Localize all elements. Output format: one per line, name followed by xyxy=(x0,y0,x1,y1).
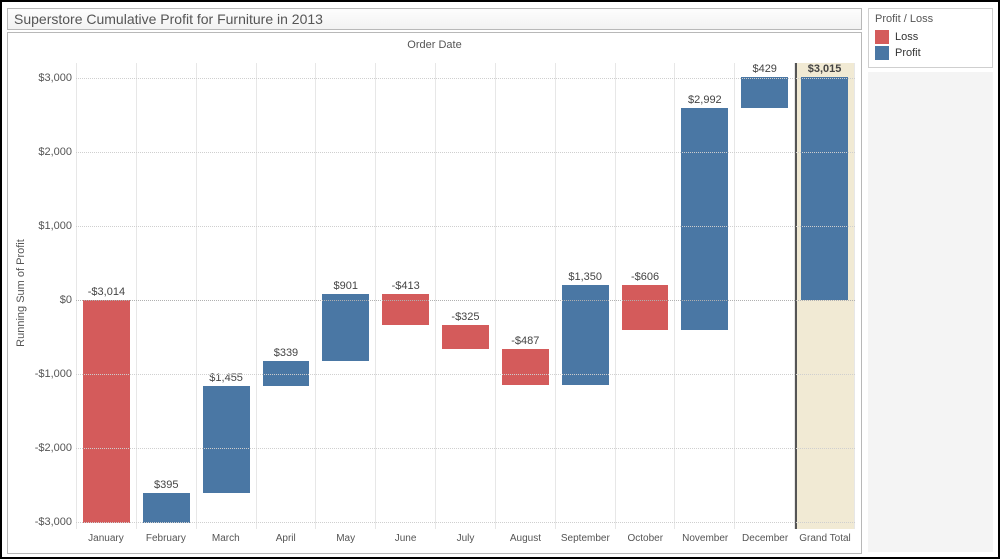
y-tick-label: $2,000 xyxy=(34,146,72,158)
bar-month[interactable] xyxy=(622,285,669,330)
app-frame: Superstore Cumulative Profit for Furnitu… xyxy=(0,0,1000,559)
column-month: $339 xyxy=(257,63,317,529)
column-month: -$487 xyxy=(496,63,556,529)
y-axis-title: Running Sum of Profit xyxy=(14,33,28,553)
column-month: $901 xyxy=(316,63,376,529)
column-month: -$606 xyxy=(616,63,676,529)
bar-month[interactable] xyxy=(442,325,489,349)
y-tick-label: $1,000 xyxy=(34,220,72,232)
legend: Profit / Loss Loss Profit xyxy=(868,8,993,68)
column-month: $429 xyxy=(735,63,795,529)
x-tick-label: June xyxy=(376,533,436,549)
bar-label: $3,015 xyxy=(795,63,854,77)
x-axis-labels: JanuaryFebruaryMarchAprilMayJuneJulyAugu… xyxy=(76,533,855,549)
column-month: -$3,014 xyxy=(76,63,137,529)
gridline xyxy=(76,374,855,375)
total-separator xyxy=(795,63,797,529)
bar-month[interactable] xyxy=(382,294,429,325)
gridline xyxy=(76,448,855,449)
x-tick-label: December xyxy=(735,533,795,549)
legend-label-loss: Loss xyxy=(895,31,918,43)
gridline xyxy=(76,152,855,153)
y-tick-label: $3,000 xyxy=(34,72,72,84)
chart-title-bar: Superstore Cumulative Profit for Furnitu… xyxy=(7,8,862,30)
x-tick-label: May xyxy=(316,533,376,549)
side-panel xyxy=(868,72,993,552)
bar-month[interactable] xyxy=(143,493,190,522)
x-tick-label: April xyxy=(256,533,316,549)
bar-month[interactable] xyxy=(502,349,549,385)
x-tick-label: February xyxy=(136,533,196,549)
chart-container: Order Date Running Sum of Profit -$3,014… xyxy=(7,32,862,554)
y-tick-label: -$1,000 xyxy=(34,368,72,380)
bar-label: $901 xyxy=(316,280,375,294)
bar-label: -$325 xyxy=(436,311,495,325)
gridline xyxy=(76,300,855,301)
legend-swatch-profit xyxy=(875,46,889,60)
x-tick-label: September xyxy=(555,533,615,549)
bar-grand-total[interactable] xyxy=(801,77,848,300)
chart-title: Superstore Cumulative Profit for Furnitu… xyxy=(14,11,323,27)
column-month: $1,350 xyxy=(556,63,616,529)
column-month: $395 xyxy=(137,63,197,529)
column-grand-total: $3,015 xyxy=(795,63,855,529)
x-tick-label: July xyxy=(436,533,496,549)
gridline xyxy=(76,226,855,227)
x-tick-label: January xyxy=(76,533,136,549)
bar-label: -$606 xyxy=(616,271,675,285)
column-month: $1,455 xyxy=(197,63,257,529)
bar-label: -$413 xyxy=(376,280,435,294)
bar-label: $1,350 xyxy=(556,271,615,285)
bar-month[interactable] xyxy=(681,108,728,329)
bar-label: -$487 xyxy=(496,335,555,349)
legend-title: Profit / Loss xyxy=(875,13,986,25)
y-tick-label: $0 xyxy=(34,294,72,306)
bar-month[interactable] xyxy=(203,386,250,494)
x-tick-label: October xyxy=(615,533,675,549)
legend-item-loss[interactable]: Loss xyxy=(875,29,986,45)
x-tick-label: Grand Total xyxy=(795,533,855,549)
columns: -$3,014 $395$1,455$339 $901-$413 -$325-$487… xyxy=(76,63,855,529)
y-tick-label: -$2,000 xyxy=(34,442,72,454)
column-month: -$325 xyxy=(436,63,496,529)
column-month: -$413 xyxy=(376,63,436,529)
legend-item-profit[interactable]: Profit xyxy=(875,45,986,61)
bar-label: $2,992 xyxy=(675,94,734,108)
bar-label: $429 xyxy=(735,63,794,77)
gridline xyxy=(76,78,855,79)
bar-month[interactable] xyxy=(741,77,788,109)
x-tick-label: August xyxy=(495,533,555,549)
bar-label: $395 xyxy=(137,479,196,493)
x-axis-title: Order Date xyxy=(8,39,861,51)
plot-area[interactable]: -$3,014 $395$1,455$339 $901-$413 -$325-$487… xyxy=(76,63,855,529)
y-axis-title-text: Running Sum of Profit xyxy=(15,239,27,347)
gridline xyxy=(76,522,855,523)
bar-label: -$3,014 xyxy=(77,286,136,300)
x-tick-label: March xyxy=(196,533,256,549)
bar-label: $339 xyxy=(257,347,316,361)
legend-swatch-loss xyxy=(875,30,889,44)
x-tick-label: November xyxy=(675,533,735,549)
y-tick-label: -$3,000 xyxy=(34,516,72,528)
bar-month[interactable] xyxy=(322,294,369,361)
legend-label-profit: Profit xyxy=(895,47,921,59)
bar-month[interactable] xyxy=(83,300,130,523)
column-month: $2,992 xyxy=(675,63,735,529)
